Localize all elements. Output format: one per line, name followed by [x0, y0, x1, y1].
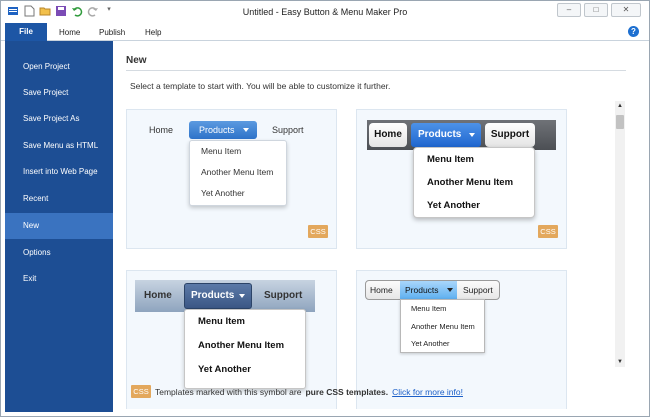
dropdown-arrow-icon [469, 133, 475, 137]
template-support-label: Support [463, 285, 493, 295]
dropdown-arrow-icon [239, 294, 245, 298]
ribbon-tabs: File Home Publish Help [1, 23, 649, 41]
sidebar-item-exit[interactable]: Exit [5, 266, 113, 292]
scroll-thumb[interactable] [616, 115, 624, 129]
more-info-link[interactable]: Click for more info! [392, 387, 463, 397]
css-badge: CSS [131, 385, 151, 398]
template-dropdown-menu: Menu Item Another Menu Item Yet Another [184, 309, 306, 389]
template-products-button: Products [400, 281, 457, 299]
template-dropdown-menu: Menu Item Another Menu Item Yet Another [400, 299, 485, 353]
tab-help[interactable]: Help [145, 25, 161, 41]
template-support-button: Support [485, 123, 535, 147]
sidebar-item-save-menu-html[interactable]: Save Menu as HTML [5, 133, 113, 159]
template-dropdown-menu: Menu Item Another Menu Item Yet Another [413, 147, 535, 218]
section-title: New [126, 55, 147, 66]
css-badge: CSS [538, 225, 558, 238]
title-bar: ▾ Untitled - Easy Button & Menu Maker Pr… [1, 1, 649, 23]
dropdown-arrow-icon [447, 288, 453, 292]
sidebar-item-save-project-as[interactable]: Save Project As [5, 106, 113, 132]
gallery-scrollbar[interactable]: ▲ ▼ [615, 101, 625, 367]
css-badge: CSS [308, 225, 328, 238]
sidebar-item-insert-web-page[interactable]: Insert into Web Page [5, 159, 113, 185]
footer-bold-text: pure CSS templates. [305, 386, 389, 397]
section-divider [126, 70, 626, 71]
template-menu-item: Yet Another [411, 339, 450, 348]
template-home-button: Home [369, 123, 407, 147]
footer-text: Templates marked with this symbol are [155, 386, 302, 397]
template-menu-item: Another Menu Item [427, 177, 514, 188]
template-menu-item: Menu Item [198, 316, 245, 327]
backstage-sidebar: Open Project Save Project Save Project A… [5, 41, 113, 412]
template-menu-item: Yet Another [427, 200, 480, 211]
template-home-label: Home [370, 285, 393, 295]
template-card-1[interactable]: Home Products Support Menu Item Another … [126, 109, 337, 249]
scroll-up-icon[interactable]: ▲ [615, 101, 625, 111]
main-content: New Select a template to start with. You… [113, 41, 649, 412]
template-menu-item: Another Menu Item [198, 340, 285, 351]
template-menu-item: Yet Another [201, 188, 245, 198]
template-card-2[interactable]: Home Products Support Menu Item Another … [356, 109, 567, 249]
help-icon[interactable]: ? [628, 26, 639, 37]
close-icon[interactable]: ✕ [611, 3, 641, 17]
sidebar-item-recent[interactable]: Recent [5, 186, 113, 212]
template-products-button: Products [189, 121, 257, 139]
template-menu-item: Another Menu Item [201, 167, 274, 177]
template-menu-item: Menu Item [201, 146, 242, 156]
template-home-label: Home [144, 290, 172, 301]
template-products-button: Products [184, 283, 252, 309]
sidebar-item-open-project[interactable]: Open Project [5, 54, 113, 80]
section-subtitle: Select a template to start with. You wil… [130, 81, 391, 91]
window-controls: – □ ✕ [557, 3, 641, 17]
dropdown-arrow-icon [243, 128, 249, 132]
footer-note: CSS Templates marked with this symbol ar… [131, 385, 463, 398]
window-title: Untitled - Easy Button & Menu Maker Pro [242, 7, 408, 17]
scroll-down-icon[interactable]: ▼ [615, 357, 625, 367]
sidebar-item-new[interactable]: New [5, 213, 113, 239]
tab-home[interactable]: Home [59, 25, 80, 41]
template-dropdown-menu: Menu Item Another Menu Item Yet Another [189, 140, 287, 206]
app-window: ▾ Untitled - Easy Button & Menu Maker Pr… [0, 0, 650, 417]
maximize-icon[interactable]: □ [584, 3, 608, 17]
template-menu-item: Yet Another [198, 364, 251, 375]
template-gallery: Home Products Support Menu Item Another … [113, 101, 613, 409]
template-home-label: Home [149, 125, 174, 135]
template-menu-item: Menu Item [427, 154, 474, 165]
template-support-label: Support [272, 125, 304, 135]
tab-publish[interactable]: Publish [99, 25, 125, 41]
template-menu-item: Another Menu Item [411, 321, 475, 331]
tab-file[interactable]: File [5, 23, 47, 41]
sidebar-item-save-project[interactable]: Save Project [5, 80, 113, 106]
minimize-icon[interactable]: – [557, 3, 581, 17]
sidebar-item-options[interactable]: Options [5, 240, 113, 266]
template-support-label: Support [264, 290, 303, 301]
template-products-button: Products [411, 123, 481, 147]
template-menu-item: Menu Item [411, 304, 447, 313]
